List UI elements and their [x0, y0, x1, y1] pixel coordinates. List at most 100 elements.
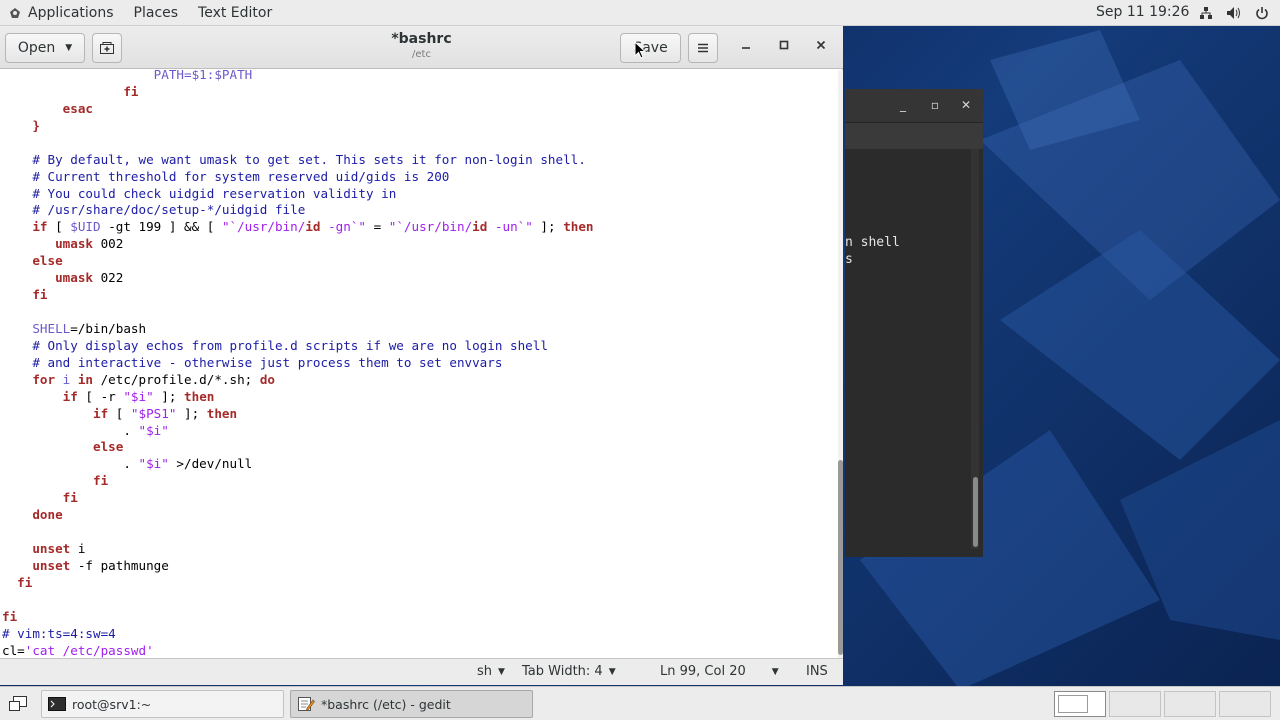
code-token: -gt 199 ] && [: [100, 219, 222, 235]
mouse-cursor-icon: [634, 41, 646, 59]
code-token: }: [32, 117, 40, 133]
code-token: $1: [191, 70, 207, 82]
workspace-window-thumbnail: [1058, 695, 1088, 713]
system-tray[interactable]: [1198, 0, 1270, 26]
save-button[interactable]: Save: [620, 33, 681, 63]
chevron-down-icon: ▼: [498, 666, 505, 677]
code-token: >/dev/null: [168, 456, 253, 472]
text-editor-area[interactable]: PATH=$1:$PATH fi esac } # By default, we…: [0, 70, 838, 658]
code-line: }: [2, 117, 40, 134]
code-token: done: [32, 507, 63, 523]
chevron-down-icon: ▼: [608, 666, 616, 677]
editor-scrollbar[interactable]: [838, 70, 843, 658]
editor-scroll-thumb[interactable]: [838, 460, 843, 655]
places-menu[interactable]: Places: [134, 5, 189, 21]
applications-icon[interactable]: [8, 6, 22, 20]
code-token: else: [32, 253, 63, 269]
code-line: done: [2, 506, 63, 523]
code-line: fi: [2, 472, 108, 489]
code-token: ];: [176, 405, 207, 421]
code-token: fi: [17, 574, 33, 590]
text-editor-icon: [297, 696, 315, 712]
document-path: /etc: [412, 49, 431, 60]
minimize-icon[interactable]: [737, 38, 755, 56]
code-token: PATH=: [153, 70, 192, 82]
terminal-scrollbar[interactable]: [971, 149, 979, 549]
code-token: ': [146, 642, 154, 658]
code-token: =/bin/bash: [70, 320, 147, 336]
insert-mode-indicator[interactable]: INS: [806, 664, 828, 679]
maximize-icon[interactable]: ▫: [927, 98, 943, 114]
status-bar: sh ▼ Tab Width: 4 ▼ Ln 99, Col 20 ▼ INS: [0, 658, 843, 685]
code-line: # and interactive - otherwise just proce…: [2, 354, 502, 371]
close-icon[interactable]: [812, 38, 830, 56]
workspace-2[interactable]: [1109, 691, 1161, 717]
code-token: .: [123, 422, 139, 438]
code-token: -f pathmunge: [70, 557, 169, 573]
code-token: fi: [2, 608, 18, 624]
code-token: id: [305, 219, 321, 235]
taskbar-item-label: root@srv1:~: [72, 696, 152, 712]
taskbar-item-terminal[interactable]: root@srv1:~: [41, 690, 284, 718]
code-token: .: [123, 456, 139, 472]
volume-icon: [1226, 5, 1242, 21]
code-line: esac: [2, 100, 93, 117]
terminal-line: n shell: [845, 235, 900, 250]
applications-menu[interactable]: Applications: [28, 5, 124, 21]
terminal-output[interactable]: n shell s: [845, 149, 983, 557]
maximize-icon[interactable]: [775, 38, 793, 56]
code-token: unset: [32, 557, 71, 573]
code-token: # and interactive - otherwise just proce…: [32, 354, 503, 370]
terminal-titlebar[interactable]: _ ▫ ✕: [845, 89, 983, 123]
code-token: "$PS1": [130, 405, 177, 421]
code-token: 002: [93, 236, 124, 252]
new-document-button[interactable]: [92, 33, 122, 63]
open-button[interactable]: Open ▼: [5, 33, 85, 63]
top-bar: Applications Places Text Editor Sep 11 1…: [0, 0, 1280, 26]
clock[interactable]: Sep 11 19:26: [1096, 4, 1189, 20]
code-line: for i in /etc/profile.d/*.sh; do: [2, 371, 275, 388]
code-token: # Current threshold for system reserved …: [32, 168, 450, 184]
code-token: then: [184, 388, 215, 404]
gedit-window[interactable]: Open ▼ *bashrc /etc Save PATH=$1:$PATH f…: [0, 26, 843, 685]
language-selector[interactable]: sh ▼: [477, 664, 505, 679]
code-token: unset: [32, 541, 71, 557]
hamburger-menu-button[interactable]: [688, 33, 718, 63]
insert-mode-label: INS: [806, 664, 828, 679]
code-token: [: [108, 405, 131, 421]
terminal-window[interactable]: _ ▫ ✕ n shell s: [845, 89, 983, 557]
code-token: for: [32, 371, 56, 387]
code-token: # Only display echos from profile.d scri…: [32, 337, 548, 353]
cursor-position-selector[interactable]: Ln 99, Col 20 ▼: [660, 664, 779, 679]
code-token: do: [259, 371, 275, 387]
code-line: # You could check uidgid reservation val…: [2, 185, 396, 202]
code-token: [ -r: [77, 388, 124, 404]
code-line: fi: [2, 608, 17, 625]
workspace-3[interactable]: [1164, 691, 1216, 717]
text-editor-menu[interactable]: Text Editor: [198, 5, 282, 21]
taskbar-item-gedit[interactable]: *bashrc (/etc) - gedit: [290, 690, 533, 718]
minimize-icon[interactable]: _: [895, 98, 911, 114]
code-line: # By default, we want umask to get set. …: [2, 151, 586, 168]
code-line: PATH=$1:$PATH: [2, 70, 253, 83]
code-token: # /usr/share/doc/setup-*/uidgid file: [32, 202, 306, 218]
code-token: $PATH: [214, 70, 253, 82]
tab-width-selector[interactable]: Tab Width: 4 ▼: [522, 664, 616, 679]
network-icon: [1198, 5, 1214, 21]
code-token: umask: [55, 270, 93, 286]
code-token: # By default, we want umask to get set. …: [32, 151, 586, 167]
workspace-1[interactable]: [1054, 691, 1106, 717]
taskbar-item-label: *bashrc (/etc) - gedit: [321, 696, 451, 712]
code-token: else: [93, 439, 124, 455]
workspace-4[interactable]: [1219, 691, 1271, 717]
terminal-scroll-thumb[interactable]: [973, 477, 978, 547]
close-icon[interactable]: ✕: [958, 98, 974, 114]
code-line: fi: [2, 83, 138, 100]
show-desktop-icon[interactable]: [8, 695, 28, 713]
